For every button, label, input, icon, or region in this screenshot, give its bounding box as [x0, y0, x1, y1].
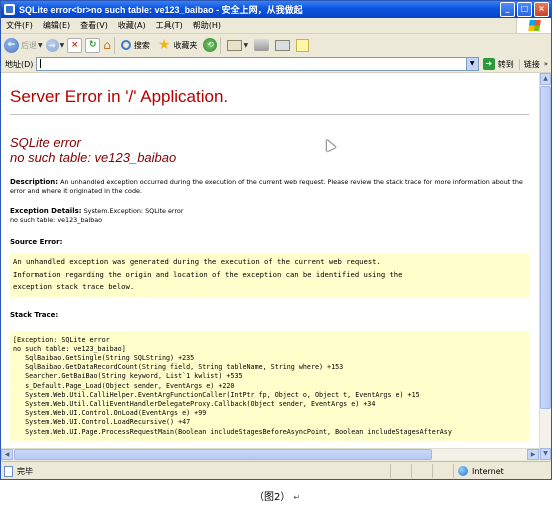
browser-window: SQLite error<br>no such table: ve123_bai…	[0, 0, 552, 480]
toolbar-separator	[113, 36, 115, 54]
print-button[interactable]	[254, 39, 270, 51]
stack-trace-box: [Exception: SQLite error no such table: …	[10, 330, 529, 441]
links-button[interactable]: 链接	[518, 58, 544, 70]
vertical-scrollbar[interactable]: ▲ ▼	[539, 73, 551, 460]
favorites-label: 收藏夹	[173, 40, 198, 50]
divider	[10, 114, 529, 115]
address-dropdown-button[interactable]: ▼	[466, 57, 479, 71]
home-button[interactable]: ⌂	[103, 38, 111, 52]
exception-text: System.Exception: SQLite error	[81, 207, 184, 215]
page-icon	[4, 465, 13, 477]
go-button[interactable]: ➜ 转到	[482, 58, 514, 70]
refresh-button[interactable]: ↻	[85, 37, 101, 53]
resize-grip[interactable]	[539, 464, 551, 478]
go-label: 转到	[497, 59, 514, 69]
close-button[interactable]: ×	[534, 2, 549, 17]
menu-help[interactable]: 帮助(H)	[188, 20, 226, 31]
search-button[interactable]: 搜索	[120, 40, 150, 51]
description-text: An unhandled exception occurred during t…	[10, 178, 523, 195]
app-icon	[4, 4, 15, 15]
source-error-box: An unhandled exception was generated dur…	[10, 253, 529, 297]
menu-tools[interactable]: 工具(T)	[151, 20, 188, 31]
menu-favorites[interactable]: 收藏(A)	[113, 20, 151, 31]
forward-icon: →	[45, 38, 59, 52]
stop-icon: ×	[67, 37, 83, 53]
search-label: 搜索	[133, 40, 150, 50]
back-label: 后退	[21, 40, 37, 50]
security-zone: Internet	[453, 464, 539, 478]
menu-edit[interactable]: 编辑(E)	[38, 20, 75, 31]
favorites-button[interactable]: ★ 收藏夹	[158, 38, 198, 52]
back-button[interactable]: ← 后退 ▼	[4, 37, 43, 53]
note-icon	[296, 38, 310, 52]
address-bar: 地址(D) ▼ ➜ 转到 链接 »	[1, 56, 551, 73]
chevron-down-icon: ▼	[59, 41, 65, 49]
status-bar: 完毕 Internet	[1, 461, 551, 479]
stack-trace-heading: Stack Trace:	[10, 310, 59, 319]
edit-icon	[275, 39, 291, 51]
status-cell	[411, 464, 432, 478]
description-label: Description:	[10, 178, 59, 186]
edit-button[interactable]	[275, 39, 291, 51]
page-content: Server Error in '/' Application. SQLite …	[1, 73, 539, 460]
maximize-button[interactable]: □	[517, 2, 532, 17]
history-icon: ⟲	[203, 38, 218, 52]
toolbar: ← 后退 ▼ → ▼ × ↻ ⌂ 搜索 ★ 收藏夹 ⟲ ▼	[1, 34, 551, 57]
menu-view[interactable]: 查看(V)	[75, 20, 113, 31]
scroll-down-button[interactable]: ▼	[540, 448, 551, 460]
status-cell	[432, 464, 453, 478]
text-cursor	[40, 59, 42, 68]
home-icon: ⌂	[103, 38, 111, 52]
menu-bar: 文件(F) 编辑(E) 查看(V) 收藏(A) 工具(T) 帮助(H)	[1, 18, 551, 34]
return-mark: ↵	[293, 493, 301, 502]
stop-button[interactable]: ×	[67, 37, 83, 53]
address-label: 地址(D)	[5, 59, 34, 69]
scroll-right-button[interactable]: ▶	[527, 449, 539, 460]
favorites-star-icon: ★	[157, 37, 171, 53]
toolbar-separator	[220, 36, 222, 54]
scroll-left-button[interactable]: ◀	[1, 449, 13, 460]
search-icon	[120, 40, 131, 50]
source-error-heading: Source Error:	[10, 238, 63, 246]
history-button[interactable]: ⟲	[203, 38, 218, 52]
back-icon: ←	[4, 37, 19, 53]
mail-icon	[227, 39, 243, 51]
menu-file[interactable]: 文件(F)	[1, 20, 38, 31]
refresh-icon: ↻	[85, 37, 101, 53]
chevron-down-icon: ▼	[38, 41, 43, 49]
description-paragraph: Description: An unhandled exception occu…	[10, 178, 529, 196]
figure-caption: （图2） ↵	[0, 488, 554, 503]
mail-button[interactable]: ▼	[227, 39, 249, 51]
globe-icon	[458, 466, 468, 476]
caption-text: （图2）	[253, 492, 291, 503]
chevron-right-icon[interactable]: »	[544, 60, 551, 68]
forward-button[interactable]: → ▼	[45, 38, 65, 52]
windows-logo-icon	[516, 18, 551, 33]
scroll-up-button[interactable]: ▲	[540, 73, 551, 85]
error-title: SQLite error no such table: ve123_baibao	[10, 135, 529, 165]
go-arrow-icon: ➜	[482, 58, 495, 70]
horizontal-scrollbar[interactable]: ◀ ▶	[1, 448, 539, 460]
address-input[interactable]	[36, 57, 467, 71]
status-cell	[390, 464, 411, 478]
exception-details: Exception Details: System.Exception: SQL…	[10, 207, 529, 225]
window-title: SQLite error<br>no such table: ve123_bai…	[19, 5, 303, 15]
exception-label: Exception Details:	[10, 207, 82, 215]
exception-text-2: no such table: ve123_baibao	[10, 216, 103, 224]
print-icon	[254, 39, 270, 51]
title-bar: SQLite error<br>no such table: ve123_bai…	[1, 1, 551, 18]
minimize-button[interactable]: _	[500, 2, 515, 17]
vertical-scroll-thumb[interactable]	[540, 86, 551, 409]
error-title-line2: no such table: ve123_baibao	[10, 150, 177, 165]
page-title: Server Error in '/' Application.	[10, 87, 229, 106]
chevron-down-icon: ▼	[243, 41, 249, 49]
error-title-line1: SQLite error	[10, 135, 81, 150]
discuss-button[interactable]	[296, 38, 310, 52]
horizontal-scroll-thumb[interactable]	[14, 449, 432, 460]
zone-label: Internet	[472, 466, 504, 476]
status-text: 完毕	[17, 466, 33, 476]
